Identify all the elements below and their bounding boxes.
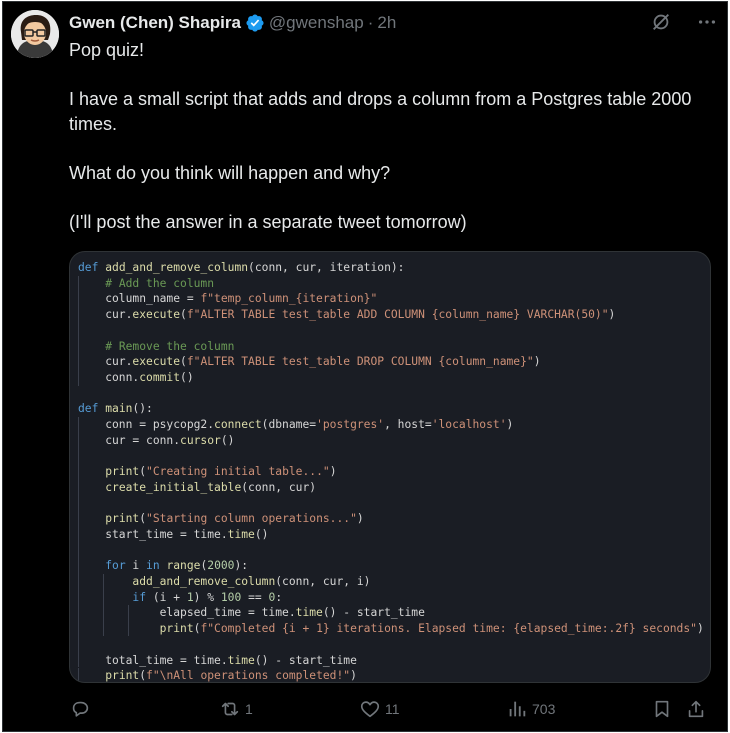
tweet-paragraph: I have a small script that adds and drop… xyxy=(69,89,692,134)
avatar-illustration-icon xyxy=(11,10,59,58)
separator-dot: · xyxy=(367,13,374,32)
share-icon xyxy=(688,700,704,718)
more-options-icon[interactable] xyxy=(695,10,719,34)
tweet-paragraph: Pop quiz! xyxy=(69,40,145,60)
author-name[interactable]: Gwen (Chen) Shapira xyxy=(69,13,241,33)
heart-icon xyxy=(360,701,380,718)
verified-badge-icon[interactable] xyxy=(245,13,265,33)
grok-icon[interactable] xyxy=(649,10,673,34)
tweet-paragraph: (I'll post the answer in a separate twee… xyxy=(69,212,467,232)
tweet-header: Gwen (Chen) Shapira @gwenshap · 2h xyxy=(69,10,396,36)
views-chart-icon xyxy=(509,701,526,717)
top-right-actions xyxy=(649,10,719,34)
code-screenshot-image[interactable]: def add_and_remove_column(conn, cur, ite… xyxy=(69,251,711,683)
action-bar: 1 11 703 xyxy=(69,698,719,726)
reply-button[interactable] xyxy=(69,698,95,720)
share-button[interactable] xyxy=(685,698,707,720)
like-button[interactable]: 11 xyxy=(359,698,400,720)
bookmark-icon xyxy=(655,700,669,718)
tweet-card[interactable]: Gwen (Chen) Shapira @gwenshap · 2h Pop q… xyxy=(2,1,728,732)
retweet-button[interactable]: 1 xyxy=(219,698,253,720)
timestamp[interactable]: 2h xyxy=(377,13,396,33)
tweet-body: Pop quiz! I have a small script that add… xyxy=(69,38,709,235)
avatar[interactable] xyxy=(11,10,59,58)
code-block: def add_and_remove_column(conn, cur, ite… xyxy=(78,261,704,683)
reply-icon xyxy=(72,701,89,717)
retweet-count: 1 xyxy=(245,701,253,717)
author-handle[interactable]: @gwenshap xyxy=(269,13,364,33)
views-button[interactable]: 703 xyxy=(506,698,555,720)
like-count: 11 xyxy=(385,701,400,717)
views-count: 703 xyxy=(532,701,556,717)
retweet-icon xyxy=(221,702,239,716)
tweet-paragraph: What do you think will happen and why? xyxy=(69,163,391,183)
bookmark-button[interactable] xyxy=(651,698,673,720)
